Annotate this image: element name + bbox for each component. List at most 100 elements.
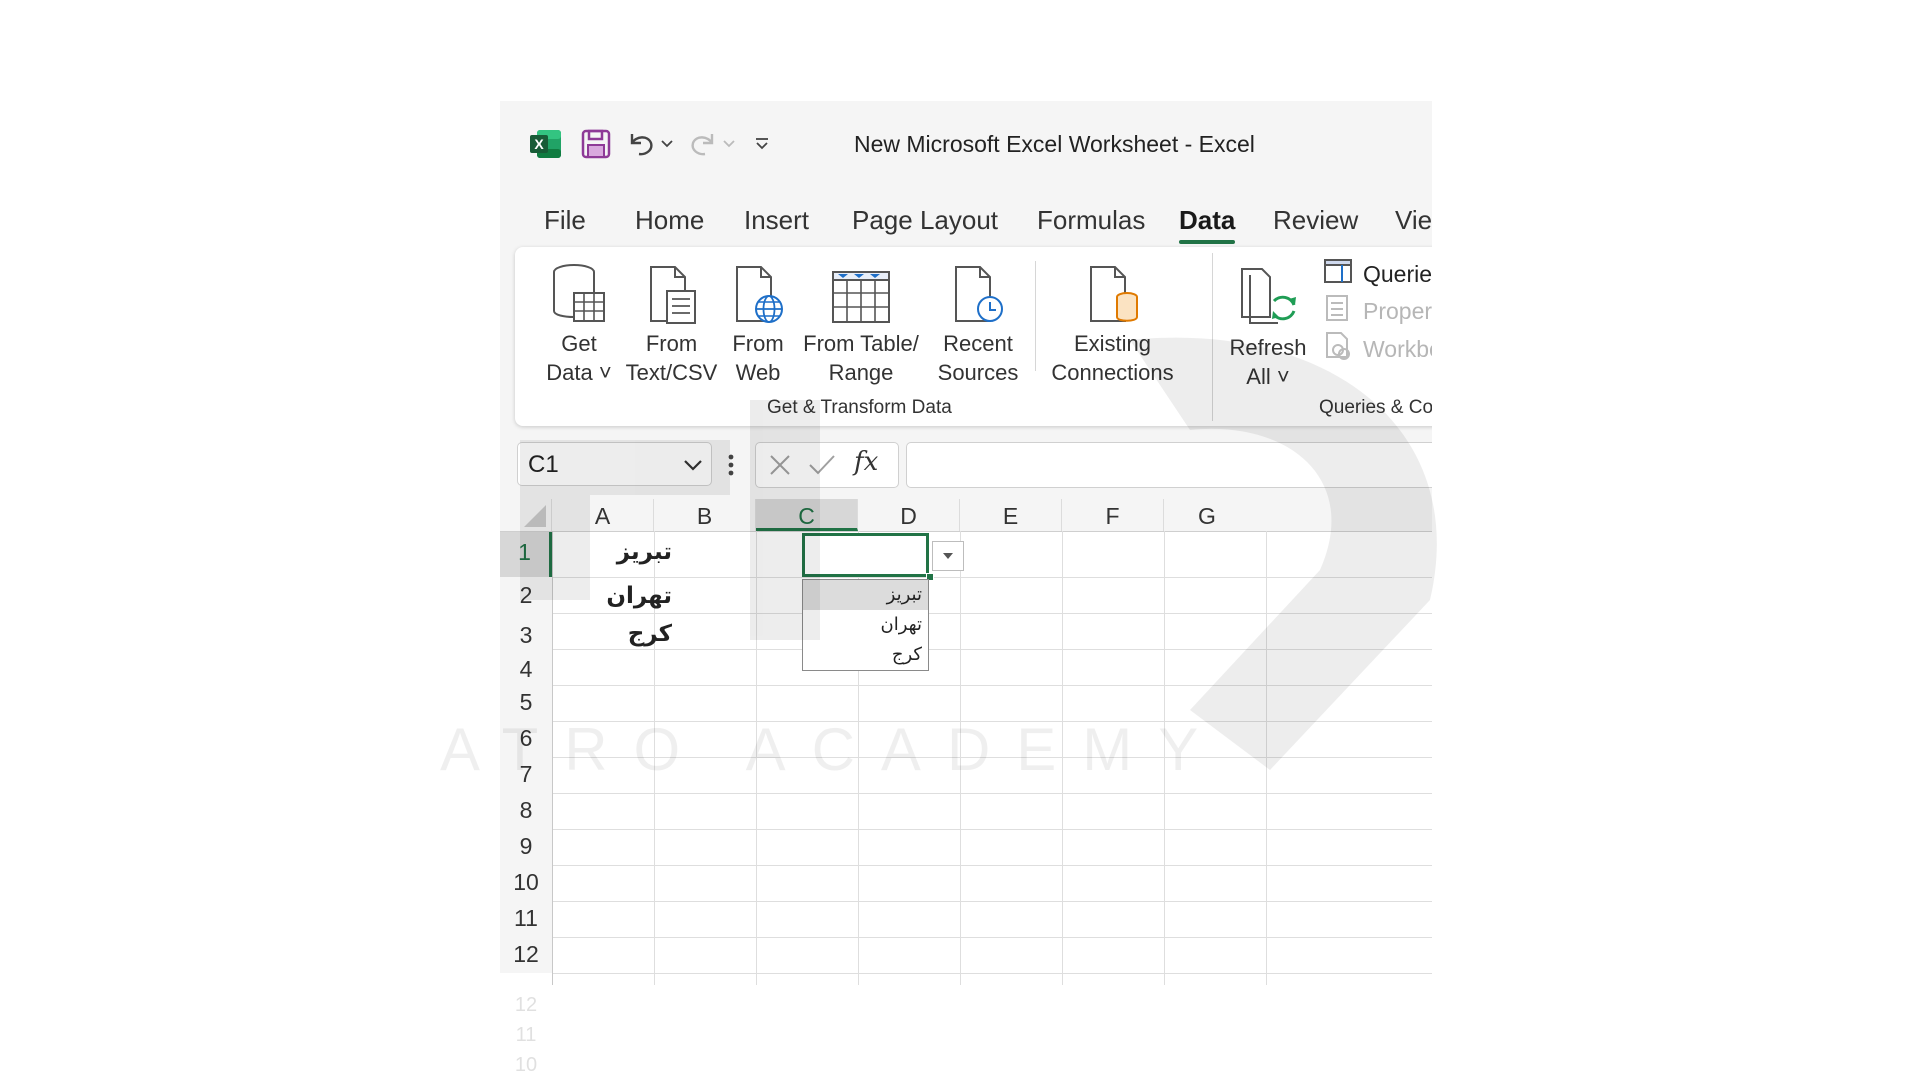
- gridline: [552, 901, 1432, 902]
- queries-pane-icon: [1323, 258, 1353, 290]
- gridline: [552, 721, 1432, 722]
- faded-reflection: 12 11 10: [500, 990, 552, 1080]
- ribbon-tabs: File Home Insert Page Layout Formulas Da…: [500, 198, 1432, 244]
- existing-connections-label-1: Existing: [1073, 331, 1152, 356]
- group-divider: [1212, 253, 1213, 421]
- from-web-button[interactable]: From Web: [725, 255, 791, 387]
- redo-icon[interactable]: [686, 126, 720, 162]
- enter-icon[interactable]: [808, 453, 836, 477]
- properties-button[interactable]: Propert: [1323, 294, 1432, 328]
- workbook-links-button[interactable]: Workbo: [1323, 331, 1432, 367]
- validation-dropdown-list: تبریز تهران کرج: [802, 579, 929, 671]
- row-header-8[interactable]: 8: [500, 793, 552, 829]
- chevron-down-icon: [684, 460, 702, 471]
- tab-insert[interactable]: Insert: [744, 198, 809, 242]
- column-header-e[interactable]: E: [960, 499, 1062, 531]
- row-header-2[interactable]: 2: [500, 577, 552, 613]
- from-table-label-1: From Table/: [803, 331, 919, 356]
- active-cell-c1[interactable]: [802, 533, 929, 577]
- tab-file[interactable]: File: [544, 198, 586, 242]
- row-header-3[interactable]: 3: [500, 613, 552, 649]
- workbook-links-icon: [1323, 331, 1353, 367]
- row-header-1[interactable]: 1: [500, 532, 552, 577]
- header-bottom-border: [500, 531, 1432, 532]
- gridline: [756, 531, 757, 985]
- dropdown-option[interactable]: کرج: [803, 640, 928, 670]
- refresh-label-1: Refresh: [1229, 335, 1307, 360]
- faded-row-number: 10: [514, 1054, 538, 1076]
- row-header-10[interactable]: 10: [500, 865, 552, 901]
- column-header-b[interactable]: B: [654, 499, 756, 531]
- formula-input[interactable]: [906, 442, 1432, 488]
- web-page-icon: [725, 255, 791, 325]
- tab-data[interactable]: Data: [1179, 198, 1236, 244]
- row-header-6[interactable]: 6: [500, 721, 552, 757]
- excel-logo-icon: X: [528, 126, 564, 162]
- validation-dropdown-button[interactable]: [932, 541, 964, 571]
- save-icon[interactable]: [578, 126, 614, 162]
- select-all-corner[interactable]: [500, 499, 552, 531]
- insert-function-button[interactable]: fx: [854, 447, 878, 477]
- gridline: [552, 577, 1432, 578]
- gridline: [552, 829, 1432, 830]
- formula-bar: C1 fx: [500, 436, 1432, 496]
- more-options-icon[interactable]: [728, 452, 734, 478]
- name-box-value: C1: [528, 451, 559, 478]
- group-label-queries: Queries & Co: [1319, 397, 1432, 418]
- customize-toolbar-icon[interactable]: [752, 126, 772, 162]
- queries-connections-button[interactable]: Queries: [1323, 258, 1432, 290]
- cell-a1[interactable]: تبریز: [552, 539, 678, 565]
- column-header-c[interactable]: C: [756, 499, 858, 531]
- worksheet-grid: A B C D E F G 1 2 3 4 5 6 7 8 9 10 11 12: [500, 499, 1432, 985]
- properties-label: Propert: [1363, 297, 1432, 324]
- from-text-csv-button[interactable]: From Text/CSV: [624, 255, 719, 387]
- column-header-g[interactable]: G: [1164, 499, 1432, 531]
- row-header-4[interactable]: 4: [500, 649, 552, 685]
- gridline: [552, 793, 1432, 794]
- dropdown-arrow-icon: [943, 553, 953, 559]
- database-table-icon: [537, 255, 621, 325]
- group-label-get-transform: Get & Transform Data: [767, 397, 952, 418]
- recent-sources-label-1: Recent: [943, 331, 1013, 356]
- workbook-links-label: Workbo: [1363, 335, 1432, 362]
- from-web-label-2: Web: [735, 360, 781, 385]
- column-header-a[interactable]: A: [552, 499, 654, 531]
- from-table-range-button[interactable]: From Table/ Range: [797, 255, 925, 387]
- row-header-9[interactable]: 9: [500, 829, 552, 865]
- tab-view[interactable]: Viev: [1395, 198, 1432, 242]
- row-header-12[interactable]: 12: [500, 937, 552, 973]
- undo-dropdown-icon[interactable]: [658, 126, 676, 162]
- cell-a3[interactable]: کرج: [552, 621, 678, 647]
- cancel-icon[interactable]: [768, 453, 792, 477]
- existing-connections-button[interactable]: Existing Connections: [1045, 255, 1180, 387]
- refresh-label-2: All ˅: [1246, 364, 1290, 389]
- row-header-7[interactable]: 7: [500, 757, 552, 793]
- gridline: [552, 649, 1432, 650]
- gridline: [1164, 531, 1165, 985]
- dropdown-option[interactable]: تبریز: [803, 580, 928, 610]
- from-web-label-1: From: [732, 331, 784, 356]
- column-header-d[interactable]: D: [858, 499, 960, 531]
- row-header-11[interactable]: 11: [500, 901, 552, 937]
- tab-page-layout[interactable]: Page Layout: [852, 198, 998, 242]
- get-data-label-2: Data ˅: [546, 360, 612, 385]
- formula-buttons: fx: [755, 442, 899, 488]
- get-data-button[interactable]: Get Data ˅: [537, 255, 621, 387]
- row-header-5[interactable]: 5: [500, 685, 552, 721]
- undo-icon[interactable]: [624, 126, 658, 162]
- dropdown-option[interactable]: تهران: [803, 610, 928, 640]
- properties-icon: [1323, 294, 1353, 328]
- window-title: New Microsoft Excel Worksheet - Excel: [854, 131, 1255, 157]
- tab-review[interactable]: Review: [1273, 198, 1358, 242]
- cell-a2[interactable]: تهران: [552, 583, 678, 609]
- tab-formulas[interactable]: Formulas: [1037, 198, 1145, 242]
- from-text-label-1: From: [645, 331, 698, 356]
- name-box[interactable]: C1: [517, 442, 712, 486]
- redo-dropdown-icon[interactable]: [720, 126, 738, 162]
- refresh-all-button[interactable]: Refresh All ˅: [1225, 259, 1311, 391]
- column-header-f[interactable]: F: [1062, 499, 1164, 531]
- tab-home[interactable]: Home: [635, 198, 704, 242]
- from-table-label-2: Range: [828, 360, 894, 385]
- recent-sources-button[interactable]: Recent Sources: [933, 255, 1023, 387]
- gridline: [1266, 531, 1267, 985]
